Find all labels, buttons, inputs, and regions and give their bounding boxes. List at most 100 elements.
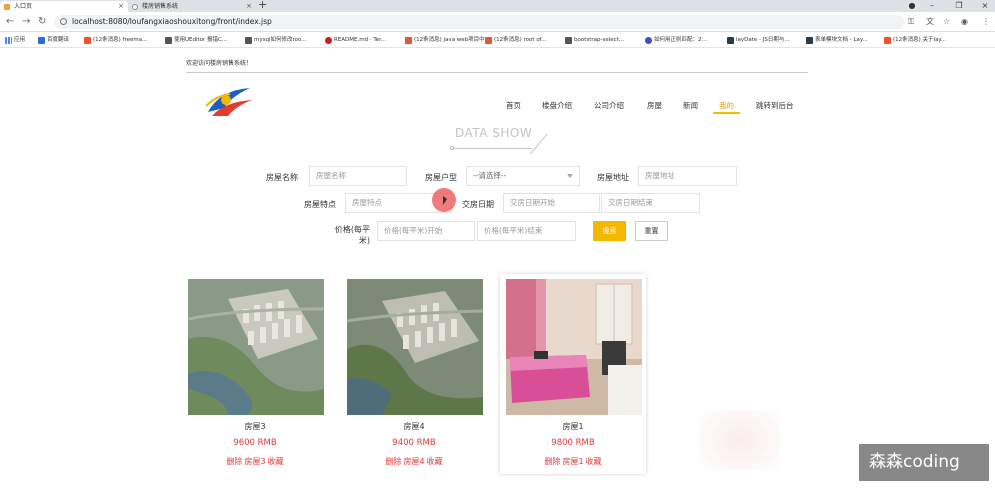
- key-icon[interactable]: ⚿: [908, 16, 914, 28]
- bookmark-label: (12条消息) freema...: [93, 37, 148, 43]
- new-tab-icon[interactable]: +: [258, 0, 267, 11]
- bookmark-item[interactable]: (12条消息) java web项目中...: [405, 35, 490, 45]
- price-start-input[interactable]: 价格(每平米)开始: [377, 221, 475, 241]
- bookmark-favicon: [405, 37, 412, 44]
- header-divider: [186, 72, 808, 73]
- browser-tab[interactable]: 楼房销售系统 ×: [128, 1, 256, 12]
- bedroom-image[interactable]: [506, 279, 642, 415]
- menu-icon[interactable]: ⋮: [982, 16, 990, 28]
- house-name-input[interactable]: 房屋名称: [309, 166, 407, 186]
- bookmark-item[interactable]: bootstrap-select...: [565, 35, 624, 45]
- house-actions: 删除 房屋4 收藏: [341, 456, 487, 467]
- browser-tab-active[interactable]: 入口页 ×: [0, 1, 128, 12]
- bookmark-favicon: [806, 37, 813, 44]
- collect-link[interactable]: 收藏: [427, 457, 443, 466]
- window-close-icon[interactable]: ×: [978, 0, 992, 11]
- minimize-icon[interactable]: –: [925, 0, 939, 11]
- house-address-label: 房屋地址: [597, 173, 629, 182]
- bookmark-favicon: [245, 37, 252, 44]
- translate-icon[interactable]: 文: [926, 16, 934, 28]
- bookmark-item[interactable]: 百度翻译: [38, 35, 69, 45]
- mouse-pointer-icon: [443, 196, 447, 205]
- house-type-select[interactable]: --请选择--: [466, 166, 580, 186]
- reload-icon[interactable]: ↻: [38, 16, 46, 28]
- bookmark-label: 应用: [14, 37, 26, 43]
- apps-grid-icon: [5, 37, 12, 44]
- bookmark-item[interactable]: 使用UEditor 报错C...: [165, 35, 227, 45]
- house-actions: 删除 房屋1 收藏: [500, 456, 646, 467]
- chevron-down-icon: [567, 174, 573, 178]
- delivery-date-label: 交房日期: [462, 200, 494, 209]
- video-watermark: 森森coding: [859, 444, 989, 481]
- bookmark-favicon: [325, 37, 332, 44]
- bookmark-item[interactable]: (12条消息) root of...: [485, 35, 546, 45]
- title-decoration: [452, 148, 532, 149]
- delivery-date-start-input[interactable]: 交房日期开始: [503, 193, 600, 213]
- bookmark-item[interactable]: (12条消息) freema...: [84, 35, 147, 45]
- bookmark-item[interactable]: mysql如何修改roo...: [245, 35, 307, 45]
- bookmark-label: (12条消息) java web项目中...: [414, 37, 490, 43]
- bookmark-item[interactable]: README.md · Ter...: [325, 35, 386, 45]
- bookmark-label: 表单模块文档 - Lay...: [815, 37, 868, 43]
- site-logo[interactable]: [202, 82, 256, 120]
- maximize-icon[interactable]: ❐: [952, 0, 966, 11]
- nav-houses[interactable]: 房屋: [647, 100, 662, 111]
- nav-mine[interactable]: 我的: [719, 100, 734, 111]
- tab-favicon: [132, 4, 138, 10]
- price-end-input[interactable]: 价格(每平米)结束: [477, 221, 576, 241]
- bookmark-favicon: [645, 37, 652, 44]
- house-name: 房屋4: [403, 422, 425, 431]
- house-aerial-image[interactable]: [347, 279, 483, 415]
- nav-company-intro[interactable]: 公司介绍: [594, 100, 624, 111]
- house-price: 9600 RMB: [233, 438, 277, 448]
- close-icon[interactable]: ×: [118, 1, 124, 12]
- bookmark-item[interactable]: 如何用正则匹配：2...: [645, 35, 707, 45]
- delivery-date-end-input[interactable]: 交房日期结束: [601, 193, 700, 213]
- delete-link[interactable]: 删除: [385, 457, 401, 466]
- house-address-input[interactable]: 房屋地址: [638, 166, 737, 186]
- tab-favicon: [4, 4, 10, 10]
- address-bar: ← → ↻ localhost:8080/loufangxiaoshouxito…: [0, 12, 995, 32]
- house-type-label: 房屋户型: [425, 173, 457, 182]
- price-label: 价格(每平 米): [330, 224, 370, 246]
- search-button[interactable]: 搜索: [593, 221, 626, 241]
- close-icon[interactable]: ×: [246, 1, 252, 12]
- house-name: 房屋3: [244, 422, 266, 431]
- bookmark-label: layDate - JS日期与...: [736, 37, 790, 43]
- profile-dot-icon[interactable]: ●: [905, 0, 919, 11]
- bookmark-favicon: [884, 37, 891, 44]
- house-card[interactable]: 房屋4 9400 RMB 删除 房屋4 收藏: [341, 274, 487, 474]
- house-price: 9400 RMB: [392, 438, 436, 448]
- back-icon[interactable]: ←: [6, 16, 14, 28]
- bookmark-item[interactable]: (12条消息) 关于lay...: [884, 35, 946, 45]
- bookmark-favicon: [84, 37, 91, 44]
- bookmark-item[interactable]: 表单模块文档 - Lay...: [806, 35, 868, 45]
- bookmarks-bar: 应用 百度翻译 (12条消息) freema... 使用UEditor 报错C.…: [0, 32, 995, 48]
- price-label-line: 价格(每平: [334, 225, 370, 234]
- bookmark-star-icon[interactable]: ☆: [943, 16, 950, 28]
- bookmark-label: (12条消息) 关于lay...: [893, 37, 947, 43]
- nav-admin[interactable]: 跳转到后台: [756, 100, 794, 111]
- delete-link[interactable]: 删除: [544, 457, 560, 466]
- house-card[interactable]: 房屋3 9600 RMB 删除 房屋3 收藏: [182, 274, 328, 474]
- forward-icon[interactable]: →: [22, 16, 30, 28]
- house-tag: 房屋3: [244, 457, 266, 466]
- url-field[interactable]: localhost:8080/loufangxiaoshouxitong/fro…: [54, 15, 904, 29]
- tab-title: 楼房销售系统: [142, 3, 179, 10]
- reset-button[interactable]: 重置: [635, 221, 668, 241]
- collect-link[interactable]: 收藏: [268, 457, 284, 466]
- bookmark-apps[interactable]: 应用: [5, 35, 25, 45]
- house-tag: 房屋4: [403, 457, 425, 466]
- account-icon[interactable]: ◉: [961, 16, 968, 28]
- nav-building-intro[interactable]: 楼盘介绍: [542, 100, 572, 111]
- bookmark-label: bootstrap-select...: [574, 37, 625, 43]
- title-decoration: [530, 133, 548, 155]
- nav-home[interactable]: 首页: [506, 100, 521, 111]
- bookmark-item[interactable]: layDate - JS日期与...: [727, 35, 790, 45]
- house-card[interactable]: 房屋1 9800 RMB 删除 房屋1 收藏: [500, 274, 646, 474]
- collect-link[interactable]: 收藏: [586, 457, 602, 466]
- house-aerial-image[interactable]: [188, 279, 324, 415]
- house-name-label: 房屋名称: [266, 173, 298, 182]
- delete-link[interactable]: 删除: [226, 457, 242, 466]
- nav-news[interactable]: 新闻: [683, 100, 698, 111]
